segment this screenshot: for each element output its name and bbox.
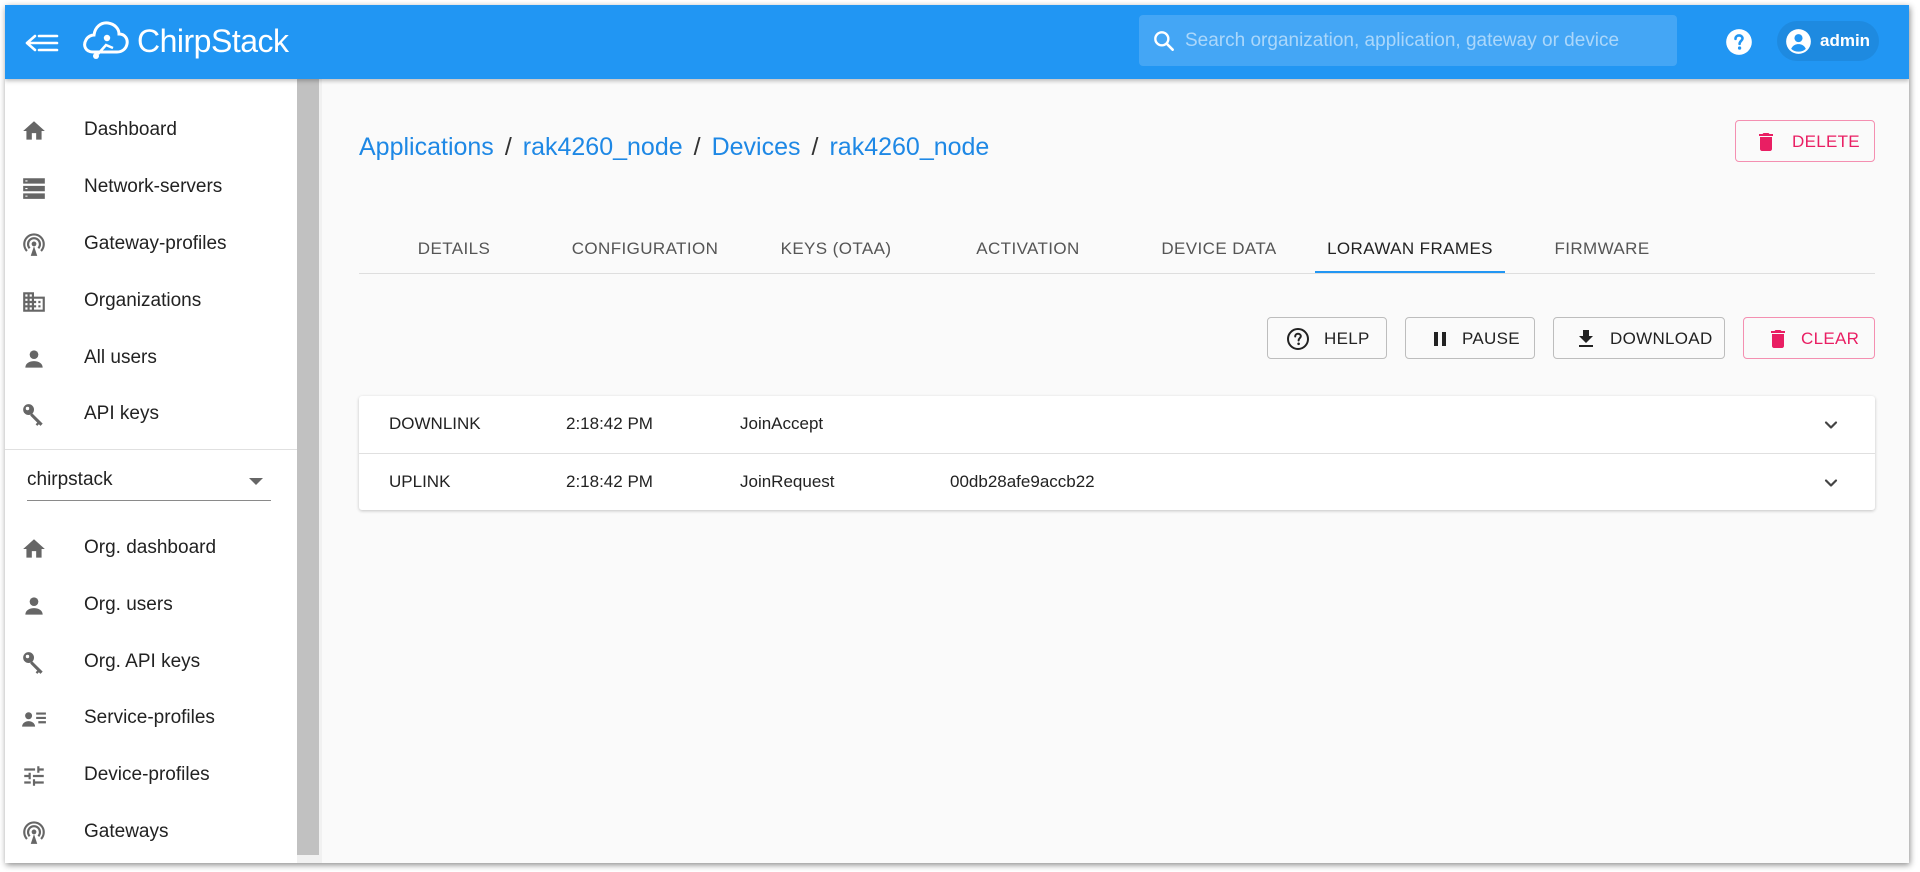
radio-tower-icon [23, 821, 45, 844]
frame-row[interactable]: DOWNLINK 2:18:42 PM JoinAccept [359, 396, 1875, 453]
download-button[interactable]: DOWNLOAD [1553, 317, 1725, 359]
tab-lorawan-frames[interactable]: LORAWAN FRAMES [1315, 225, 1505, 273]
server-icon [23, 178, 45, 199]
frame-direction: UPLINK [389, 472, 451, 491]
sidebar-item-label: Org. dashboard [84, 537, 217, 558]
pause-label: PAUSE [1462, 329, 1520, 348]
user-name: admin [1820, 31, 1871, 50]
lorawan-frames-list: DOWNLINK 2:18:42 PM JoinAccept UPLINK 2:… [359, 396, 1875, 510]
frame-dev-eui: 00db28afe9accb22 [950, 472, 1095, 491]
tab-firmware[interactable]: FIRMWARE [1507, 225, 1697, 273]
device-tabs: DETAILS CONFIGURATION KEYS (OTAA) ACTIVA… [359, 225, 1875, 274]
sidebar-item-label: Network-servers [84, 176, 223, 197]
brand-name[interactable]: ChirpStack [137, 23, 289, 60]
tab-device-data[interactable]: DEVICE DATA [1124, 225, 1314, 273]
sidebar-divider [5, 449, 297, 450]
sidebar-item-gateway-profiles[interactable]: Gateway-profiles [5, 217, 297, 273]
sidebar-item-org-dashboard[interactable]: Org. dashboard [5, 521, 297, 577]
sidebar-item-organizations[interactable]: Organizations [5, 274, 297, 330]
delete-label: DELETE [1792, 132, 1860, 151]
tab-configuration[interactable]: CONFIGURATION [550, 225, 740, 273]
sidebar-item-label: Organizations [84, 290, 202, 311]
help-label: HELP [1324, 329, 1370, 348]
tune-icon [24, 766, 44, 786]
frame-time: 2:18:42 PM [566, 414, 653, 433]
chevron-down-icon[interactable] [1819, 471, 1843, 495]
tab-keys-otaa[interactable]: KEYS (OTAA) [741, 225, 931, 273]
frame-direction: DOWNLINK [389, 414, 481, 433]
sidebar-item-label: API keys [84, 403, 159, 424]
top-app-bar: ChirpStack admin [5, 5, 1909, 79]
sidebar-item-all-users[interactable]: All users [5, 331, 297, 387]
account-circle-icon [1786, 29, 1811, 54]
pause-button[interactable]: PAUSE [1405, 317, 1535, 359]
breadcrumb-application[interactable]: rak4260_node [523, 133, 683, 161]
frame-time: 2:18:42 PM [566, 472, 653, 491]
tab-details[interactable]: DETAILS [359, 225, 549, 273]
pause-icon [1434, 332, 1446, 346]
breadcrumb-devices[interactable]: Devices [712, 133, 801, 161]
chevron-down-icon[interactable] [1819, 413, 1843, 437]
help-button[interactable]: HELP [1267, 317, 1387, 359]
organization-select-value: chirpstack [27, 469, 113, 490]
help-icon[interactable] [1725, 28, 1753, 56]
app-window: ChirpStack admin Dashboard [5, 5, 1909, 863]
search-box[interactable] [1139, 15, 1677, 66]
sidebar-item-label: Org. users [84, 594, 173, 615]
download-label: DOWNLOAD [1610, 329, 1713, 348]
sidebar-item-org-api-keys[interactable]: Org. API keys [5, 635, 297, 691]
search-icon [1154, 31, 1174, 51]
home-icon [23, 539, 45, 558]
sidebar: Dashboard Network-servers Gateway-profil… [5, 79, 297, 863]
back-arrow-icon[interactable] [25, 30, 59, 56]
account-details-icon [22, 712, 46, 727]
breadcrumb-separator: / [693, 133, 701, 161]
domain-icon [23, 292, 45, 312]
sidebar-item-label: Service-profiles [84, 707, 215, 728]
sidebar-item-label: All users [84, 347, 157, 368]
sidebar-item-dashboard[interactable]: Dashboard [5, 103, 297, 159]
dropdown-arrow-icon [249, 478, 263, 485]
radio-tower-icon [23, 233, 45, 256]
sidebar-item-api-keys[interactable]: API keys [5, 387, 297, 443]
trash-icon [1771, 330, 1785, 348]
organization-select[interactable]: chirpstack [27, 461, 271, 501]
breadcrumb: Applications / rak4260_node / Devices / rak426… [359, 133, 989, 162]
breadcrumb-applications[interactable]: Applications [359, 133, 494, 161]
frame-type: JoinAccept [740, 414, 824, 433]
sidebar-item-label: Device-profiles [84, 764, 210, 785]
sidebar-item-label: Org. API keys [84, 651, 201, 672]
sidebar-item-label: Dashboard [84, 119, 177, 140]
frame-type: JoinRequest [740, 472, 835, 491]
sidebar-scrollbar-thumb[interactable] [297, 79, 319, 855]
home-icon [23, 121, 45, 140]
download-icon [1579, 330, 1593, 347]
key-icon [23, 404, 43, 426]
clear-button[interactable]: CLEAR [1743, 317, 1875, 359]
clear-label: CLEAR [1801, 329, 1860, 348]
trash-icon [1759, 133, 1773, 151]
key-icon [23, 652, 43, 674]
sidebar-item-label: Gateways [84, 821, 169, 842]
search-input[interactable] [1185, 15, 1665, 66]
breadcrumb-separator: / [504, 133, 512, 161]
chirpstack-logo[interactable] [81, 18, 129, 62]
user-menu-button[interactable]: admin [1777, 21, 1879, 61]
person-icon [25, 350, 43, 368]
breadcrumb-separator: / [811, 133, 819, 161]
sidebar-item-org-users[interactable]: Org. users [5, 578, 297, 634]
person-icon [25, 597, 43, 615]
help-circle-icon [1287, 328, 1309, 350]
sidebar-item-service-profiles[interactable]: Service-profiles [5, 691, 297, 747]
delete-device-button[interactable]: DELETE [1735, 120, 1875, 162]
frame-row[interactable]: UPLINK 2:18:42 PM JoinRequest 00db28afe9… [359, 453, 1875, 510]
sidebar-item-device-profiles[interactable]: Device-profiles [5, 748, 297, 804]
sidebar-item-gateways[interactable]: Gateways [5, 805, 297, 861]
sidebar-item-label: Gateway-profiles [84, 233, 227, 254]
tab-activation[interactable]: ACTIVATION [933, 225, 1123, 273]
breadcrumb-device[interactable]: rak4260_node [829, 133, 989, 161]
sidebar-item-network-servers[interactable]: Network-servers [5, 160, 297, 216]
